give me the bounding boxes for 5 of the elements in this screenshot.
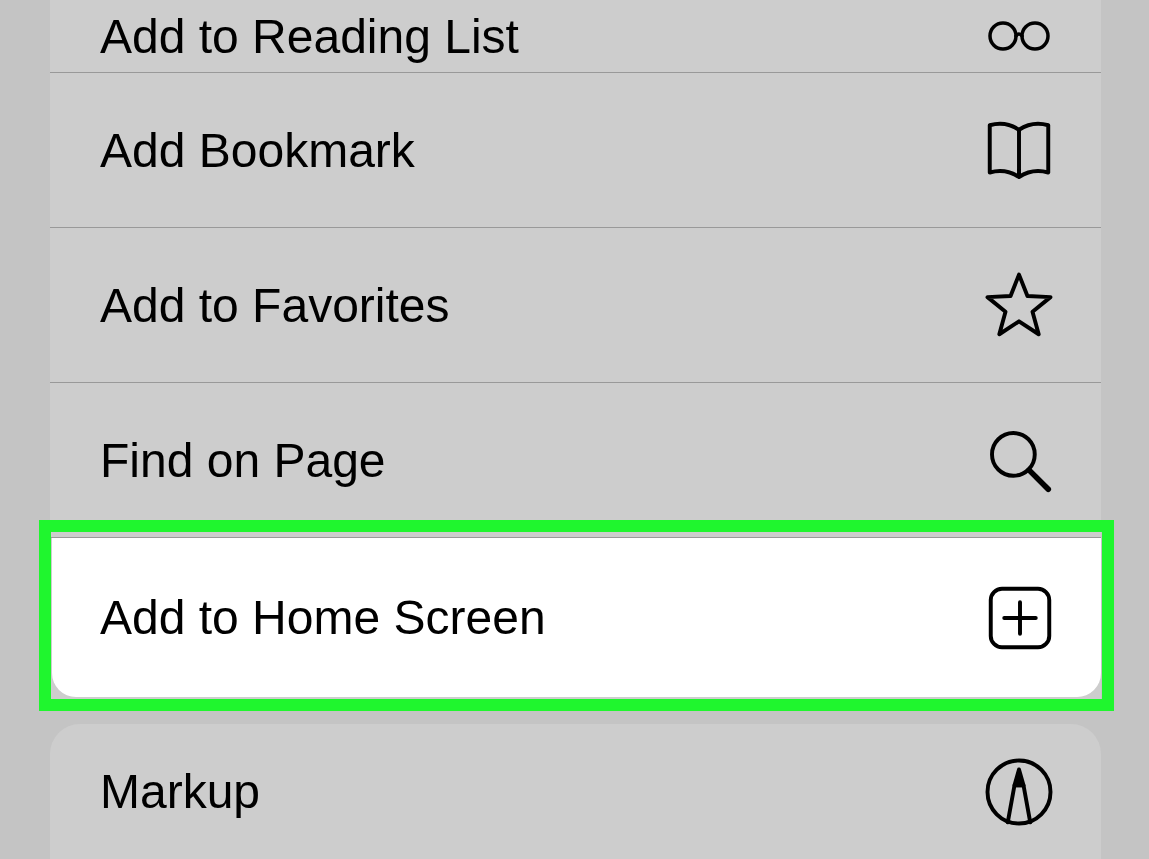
menu-item[interactable]: Add Bookmark (50, 73, 1101, 228)
menu-item[interactable]: Add to Reading List (50, 0, 1101, 73)
menu-item[interactable]: Add to Favorites (50, 228, 1101, 383)
menu-item[interactable]: Add to Home Screen (52, 538, 1101, 697)
menu-item[interactable]: Markup (50, 724, 1101, 859)
